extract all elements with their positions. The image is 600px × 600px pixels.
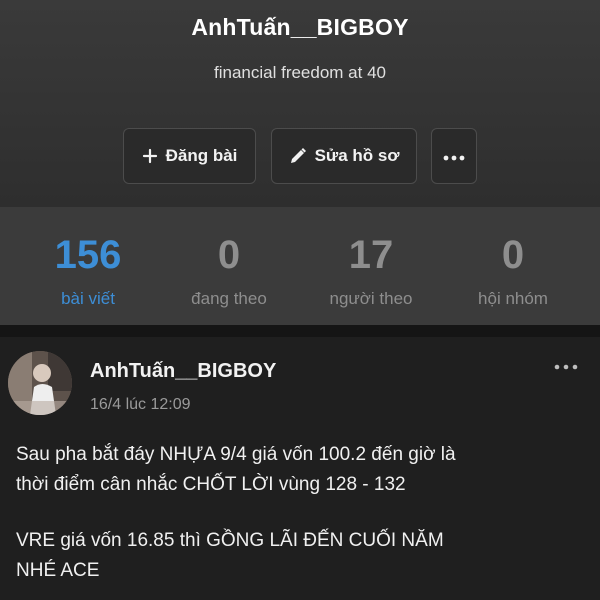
plus-icon: [142, 148, 158, 164]
stat-value: 0: [501, 233, 525, 277]
more-icon[interactable]: [552, 359, 580, 375]
edit-profile-label: Sửa hồ sơ: [314, 146, 400, 165]
profile-stats: 156 bài viết 0 đang theo 17 người theo 0…: [0, 207, 600, 325]
stat-label: hội nhóm: [478, 289, 548, 308]
avatar[interactable]: [8, 351, 72, 415]
pencil-icon: [289, 147, 307, 165]
stat-label: bài viết: [61, 289, 115, 308]
stat-value: 0: [217, 233, 241, 277]
post-author[interactable]: AnhTuấn__BIGBOY: [90, 360, 276, 383]
stat-label: đang theo: [191, 289, 267, 308]
post-text-line: thời điểm cân nhắc CHỐT LỜI vùng 128 - 1…: [16, 474, 406, 495]
more-icon: [443, 146, 465, 166]
create-post-label: Đăng bài: [165, 146, 238, 165]
more-options-button[interactable]: [431, 128, 477, 184]
create-post-button[interactable]: Đăng bài: [123, 128, 256, 184]
stat-label: người theo: [329, 289, 413, 308]
post-card: AnhTuấn__BIGBOY 16/4 lúc 12:09 Sau pha b…: [0, 337, 600, 600]
post-text-line: VRE giá vốn 16.85 thì GỒNG LÃI ĐẾN CUỐI …: [16, 530, 444, 551]
post-text-line: NHÉ ACE: [16, 560, 100, 581]
stat-value: 156: [54, 233, 122, 277]
profile-header: AnhTuấn__BIGBOY financial freedom at 40 …: [0, 0, 600, 207]
section-divider: [0, 325, 600, 337]
profile-bio: financial freedom at 40: [214, 63, 386, 82]
stat-value: 17: [348, 233, 394, 277]
edit-profile-button[interactable]: Sửa hồ sơ: [271, 128, 417, 184]
post-text-line: Sau pha bắt đáy NHỰA 9/4 giá vốn 100.2 đ…: [16, 444, 456, 465]
profile-username: AnhTuấn__BIGBOY: [191, 14, 409, 40]
post-timestamp: 16/4 lúc 12:09: [90, 396, 191, 413]
